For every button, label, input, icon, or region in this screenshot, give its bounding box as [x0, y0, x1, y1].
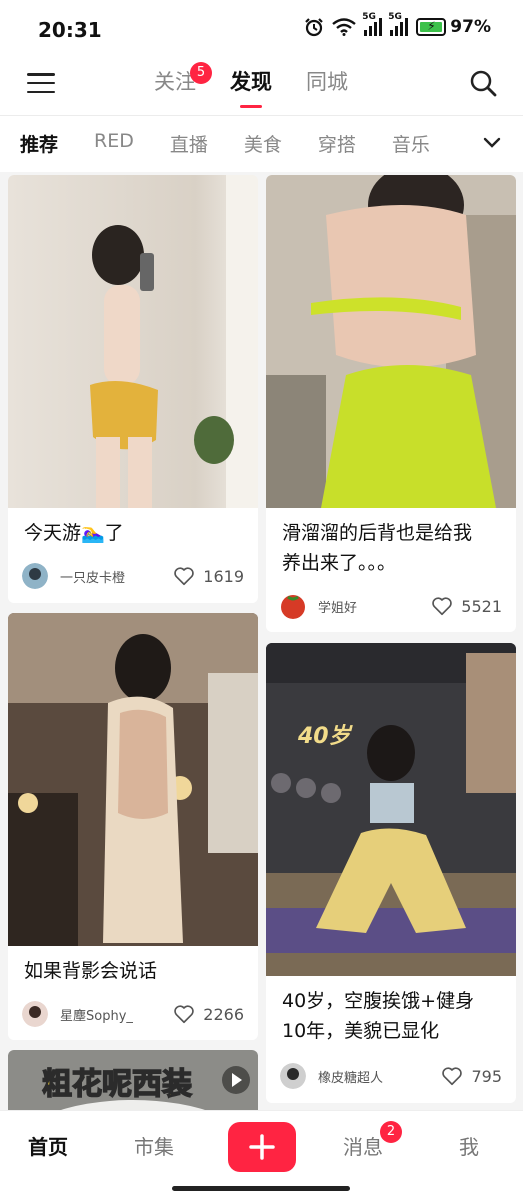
card-meta: 星塵Sophy_ 2266: [22, 999, 244, 1029]
status-icons: 5G 5G ⚡ 97%: [304, 12, 491, 37]
card-title: 40岁，空腹挨饿+健身 10年，美貌已显化: [282, 986, 474, 1046]
category-list: 推荐 RED 直播 美食 穿搭 音乐: [20, 130, 465, 157]
battery-percent: 97%: [450, 17, 491, 37]
card-meta: 橡皮糖超人 795: [280, 1061, 502, 1091]
tab-nearby-label: 同城: [306, 70, 348, 94]
card-image: [8, 613, 258, 946]
wifi-icon: [332, 18, 357, 36]
category-recommend[interactable]: 推荐: [20, 130, 58, 157]
feed-card[interactable]: 滑溜溜的后背也是给我 养出来了。。。 学姐好 5521: [266, 175, 516, 632]
feed-card[interactable]: 40岁 40岁，空腹挨饿+健身 10年，美貌已显化 橡皮糖超人 795: [266, 643, 516, 1103]
avatar[interactable]: [22, 1001, 48, 1027]
category-live[interactable]: 直播: [170, 130, 208, 157]
nav-tabs: 关注 5 发现 同城: [154, 62, 348, 108]
add-post-button[interactable]: [228, 1122, 296, 1172]
card-image-caption: 40岁: [297, 724, 354, 749]
network-type-2: 5G: [388, 12, 402, 22]
card-title-line: 40岁，空腹挨饿+健身: [282, 990, 475, 1012]
heart-icon[interactable]: [441, 1065, 463, 1087]
category-music[interactable]: 音乐: [392, 130, 430, 157]
search-icon[interactable]: [469, 69, 497, 97]
feed: 今天游🏊‍♀️了 一只皮卡橙 1619 滑溜溜的后背也是给我 养出来了。。。 学…: [0, 172, 523, 1110]
battery-icon: ⚡ 97%: [416, 17, 491, 37]
card-title: 滑溜溜的后背也是给我 养出来了。。。: [282, 518, 472, 578]
like-count: 795: [471, 1066, 502, 1086]
card-image: [8, 175, 258, 508]
card-title-line: 10年，美貌已显化: [282, 1020, 440, 1042]
nav-messages[interactable]: 消息: [343, 1131, 383, 1160]
top-nav: 关注 5 发现 同城: [0, 58, 523, 116]
menu-icon[interactable]: [27, 71, 55, 95]
category-bar: 推荐 RED 直播 美食 穿搭 音乐: [0, 116, 523, 172]
following-badge: 5: [190, 62, 212, 84]
author-name[interactable]: 橡皮糖超人: [318, 1067, 441, 1086]
card-image: 粗花呢西装: [8, 1050, 258, 1110]
heart-icon[interactable]: [431, 595, 453, 617]
signal-icon-2: 5G: [388, 12, 409, 36]
like-count: 5521: [461, 596, 502, 616]
card-title-line: 养出来了。。。: [282, 552, 397, 574]
feed-card[interactable]: 今天游🏊‍♀️了 一只皮卡橙 1619: [8, 175, 258, 603]
nav-me[interactable]: 我: [459, 1131, 479, 1160]
category-red[interactable]: RED: [94, 130, 134, 157]
card-image-caption: 粗花呢西装: [42, 1067, 192, 1102]
category-fade: [431, 126, 471, 162]
card-image: [266, 175, 516, 508]
tab-discover[interactable]: 发现: [230, 66, 272, 108]
card-title-line: 滑溜溜的后背也是给我: [282, 522, 473, 544]
tab-discover-label: 发现: [230, 70, 272, 94]
heart-icon[interactable]: [173, 565, 195, 587]
chevron-down-icon[interactable]: [483, 134, 501, 152]
messages-badge: 2: [380, 1121, 402, 1143]
card-title: 如果背影会说话: [24, 960, 158, 982]
home-indicator[interactable]: [172, 1186, 350, 1191]
alarm-icon: [305, 18, 324, 37]
like-count: 1619: [203, 566, 244, 586]
nav-home[interactable]: 首页: [28, 1131, 68, 1160]
avatar[interactable]: [22, 563, 48, 589]
category-food[interactable]: 美食: [244, 130, 282, 157]
signal-icon: 5G: [362, 12, 383, 36]
card-meta: 学姐好 5521: [280, 591, 502, 621]
status-time: 20:31: [38, 18, 102, 42]
network-type-1: 5G: [362, 12, 376, 22]
plus-icon: [249, 1134, 275, 1160]
like-count: 2266: [203, 1004, 244, 1024]
card-title: 今天游🏊‍♀️了: [24, 522, 124, 544]
author-name[interactable]: 一只皮卡橙: [60, 567, 173, 586]
feed-card[interactable]: 如果背影会说话 星塵Sophy_ 2266: [8, 613, 258, 1040]
nav-market[interactable]: 市集: [134, 1131, 174, 1160]
card-image: 40岁: [266, 643, 516, 976]
tab-following[interactable]: 关注 5: [154, 62, 212, 102]
status-bar: 20:31 5G 5G ⚡ 97%: [0, 0, 523, 58]
category-outfit[interactable]: 穿搭: [318, 130, 356, 157]
author-name[interactable]: 星塵Sophy_: [60, 1005, 173, 1024]
heart-icon[interactable]: [173, 1003, 195, 1025]
tab-nearby[interactable]: 同城: [306, 66, 348, 102]
feed-card[interactable]: 粗花呢西装: [8, 1050, 258, 1110]
card-meta: 一只皮卡橙 1619: [22, 561, 244, 591]
author-name[interactable]: 学姐好: [318, 597, 431, 616]
avatar[interactable]: [280, 1063, 306, 1089]
avatar[interactable]: [280, 593, 306, 619]
